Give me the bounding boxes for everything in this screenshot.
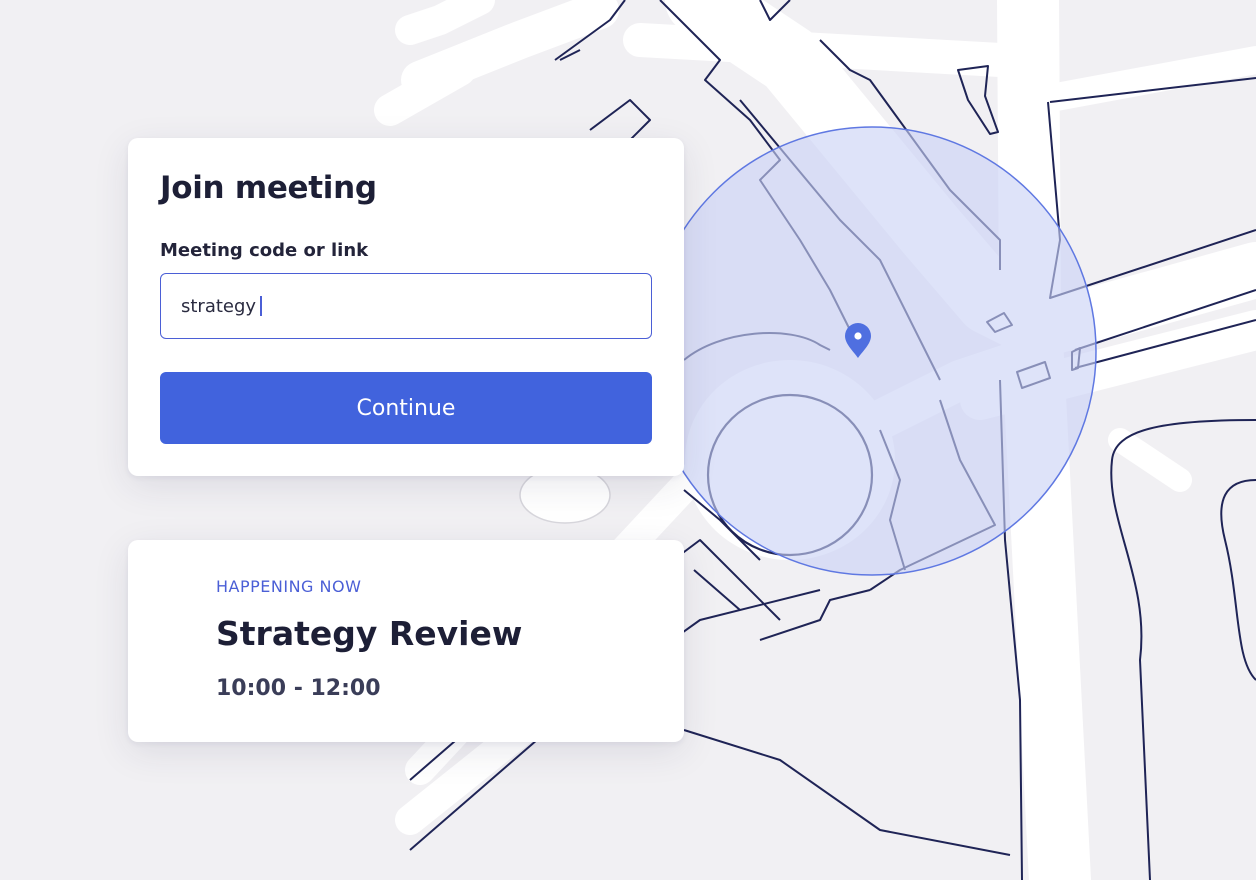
meeting-code-input[interactable]: strategy bbox=[160, 273, 652, 339]
current-event-card[interactable]: HAPPENING NOW Strategy Review 10:00 - 12… bbox=[128, 540, 684, 742]
meeting-code-label: Meeting code or link bbox=[160, 240, 369, 261]
location-radius bbox=[647, 126, 1097, 576]
event-status-label: HAPPENING NOW bbox=[216, 577, 362, 596]
meeting-code-value: strategy bbox=[181, 295, 257, 317]
text-caret bbox=[260, 296, 262, 316]
join-meeting-card: Join meeting Meeting code or link strate… bbox=[128, 138, 684, 476]
continue-button[interactable]: Continue bbox=[160, 372, 652, 444]
event-time: 10:00 - 12:00 bbox=[216, 676, 381, 701]
event-title: Strategy Review bbox=[216, 614, 523, 653]
join-meeting-title: Join meeting bbox=[160, 170, 377, 206]
